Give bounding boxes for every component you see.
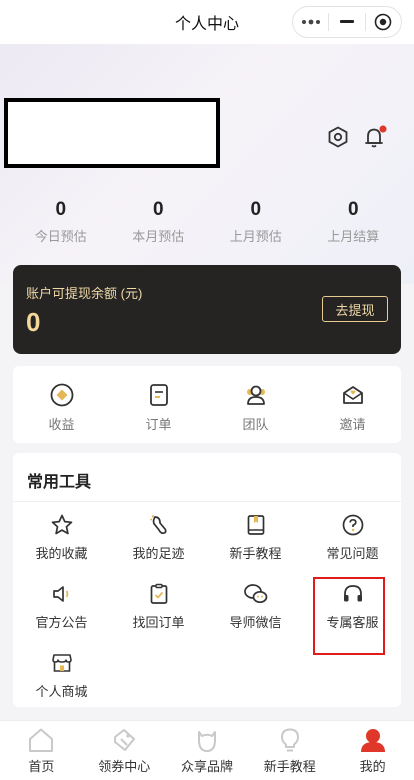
speaker-icon [50,582,74,606]
quick-link-team[interactable]: 团队 [207,366,304,443]
bottom-tab-bar: 首页 领券中心 众享品牌 新手教程 我的 [0,720,414,780]
tool-label: 个人商城 [35,684,88,699]
bell-icon[interactable] [362,124,388,150]
stat-last-month-settled[interactable]: 0 上月结算 [305,198,403,245]
tab-coupons[interactable]: 领券中心 [83,721,166,780]
headset-icon [341,582,365,606]
shop-icon [50,651,74,675]
minimize-icon[interactable] [329,7,364,37]
order-icon [146,382,172,408]
tool-recover-order[interactable]: 找回订单 [110,580,207,649]
home-icon [27,727,55,753]
quick-link-label: 收益 [48,417,75,432]
stat-value: 0 [250,199,262,220]
title-bar: 个人中心 [0,0,414,44]
stat-value: 0 [55,199,67,220]
footprint-icon [147,513,171,537]
tool-label: 我的足迹 [132,546,185,561]
tool-label: 专属客服 [326,615,379,630]
wechat-icon [243,582,269,606]
quick-link-label: 团队 [242,417,269,432]
tool-label: 官方公告 [35,615,88,630]
brand-icon [193,727,221,753]
tab-label: 新手教程 [263,759,316,774]
tool-label: 常见问题 [326,546,379,561]
divider [13,501,401,502]
stat-label: 上月预估 [229,229,282,244]
tool-label: 找回订单 [132,615,185,630]
tool-announcements[interactable]: 官方公告 [13,580,110,649]
tools-grid: 我的收藏 我的足迹 新手教程 常见问题 官方公告 找回订单 导师微信 专属客服 [13,511,401,718]
common-tools-panel: 常用工具 我的收藏 我的足迹 新手教程 常见问题 官方公告 找回订单 导师微信 … [13,453,401,707]
tab-mine[interactable]: 我的 [331,721,414,780]
stat-label: 上月结算 [327,229,380,244]
tool-label: 导师微信 [229,615,282,630]
bulb-icon [276,727,304,753]
page-title: 个人中心 [174,16,239,33]
clipboard-check-icon [147,582,171,606]
profile-icon [359,727,387,753]
miniprogram-capsule [292,6,402,38]
record-close-icon[interactable] [366,7,401,37]
tab-label: 首页 [28,759,55,774]
stat-label: 本月预估 [132,229,185,244]
team-icon [243,382,269,408]
tool-footprints[interactable]: 我的足迹 [110,511,207,580]
tool-label: 新手教程 [229,546,282,561]
balance-amount: 0 [26,307,41,337]
tab-label: 我的 [359,759,386,774]
question-icon [341,513,365,537]
tab-label: 领券中心 [98,759,151,774]
balance-card: 账户可提现余额 (元) 0 去提现 [13,265,401,354]
tab-label: 众享品牌 [180,759,233,774]
book-icon [244,513,268,537]
stat-value: 0 [347,199,359,220]
tool-label: 我的收藏 [35,546,88,561]
tool-mentor-wechat[interactable]: 导师微信 [207,580,304,649]
stat-this-month[interactable]: 0 本月预估 [110,198,208,245]
stat-value: 0 [152,199,164,220]
stat-label: 今日预估 [34,229,87,244]
withdraw-button[interactable]: 去提现 [322,296,388,322]
more-dots-icon[interactable] [293,7,328,37]
balance-label: 账户可提现余额 (元) [26,286,143,301]
tab-home[interactable]: 首页 [0,721,83,780]
stat-today[interactable]: 0 今日预估 [12,198,110,245]
redacted-user-info [4,98,220,168]
quick-links: 收益 订单 团队 邀请 [13,366,401,443]
tools-heading: 常用工具 [27,474,92,491]
tab-brands[interactable]: 众享品牌 [166,721,249,780]
earnings-stats: 0 今日预估 0 本月预估 0 上月预估 0 上月结算 [12,198,402,245]
star-icon [50,513,74,537]
hexagon-settings-icon[interactable] [325,124,351,150]
tab-tutorial[interactable]: 新手教程 [248,721,331,780]
earnings-icon [49,382,75,408]
quick-link-earnings[interactable]: 收益 [13,366,110,443]
quick-link-label: 邀请 [339,417,366,432]
quick-link-orders[interactable]: 订单 [110,366,207,443]
quick-link-label: 订单 [145,417,172,432]
tool-tutorial[interactable]: 新手教程 [207,511,304,580]
tool-favorites[interactable]: 我的收藏 [13,511,110,580]
tool-faq[interactable]: 常见问题 [304,511,401,580]
tool-customer-service[interactable]: 专属客服 [304,577,401,655]
invite-icon [340,382,366,408]
tool-personal-shop[interactable]: 个人商城 [13,649,110,718]
stat-last-month[interactable]: 0 上月预估 [207,198,305,245]
quick-link-invite[interactable]: 邀请 [304,366,401,443]
coupon-icon [110,727,138,753]
